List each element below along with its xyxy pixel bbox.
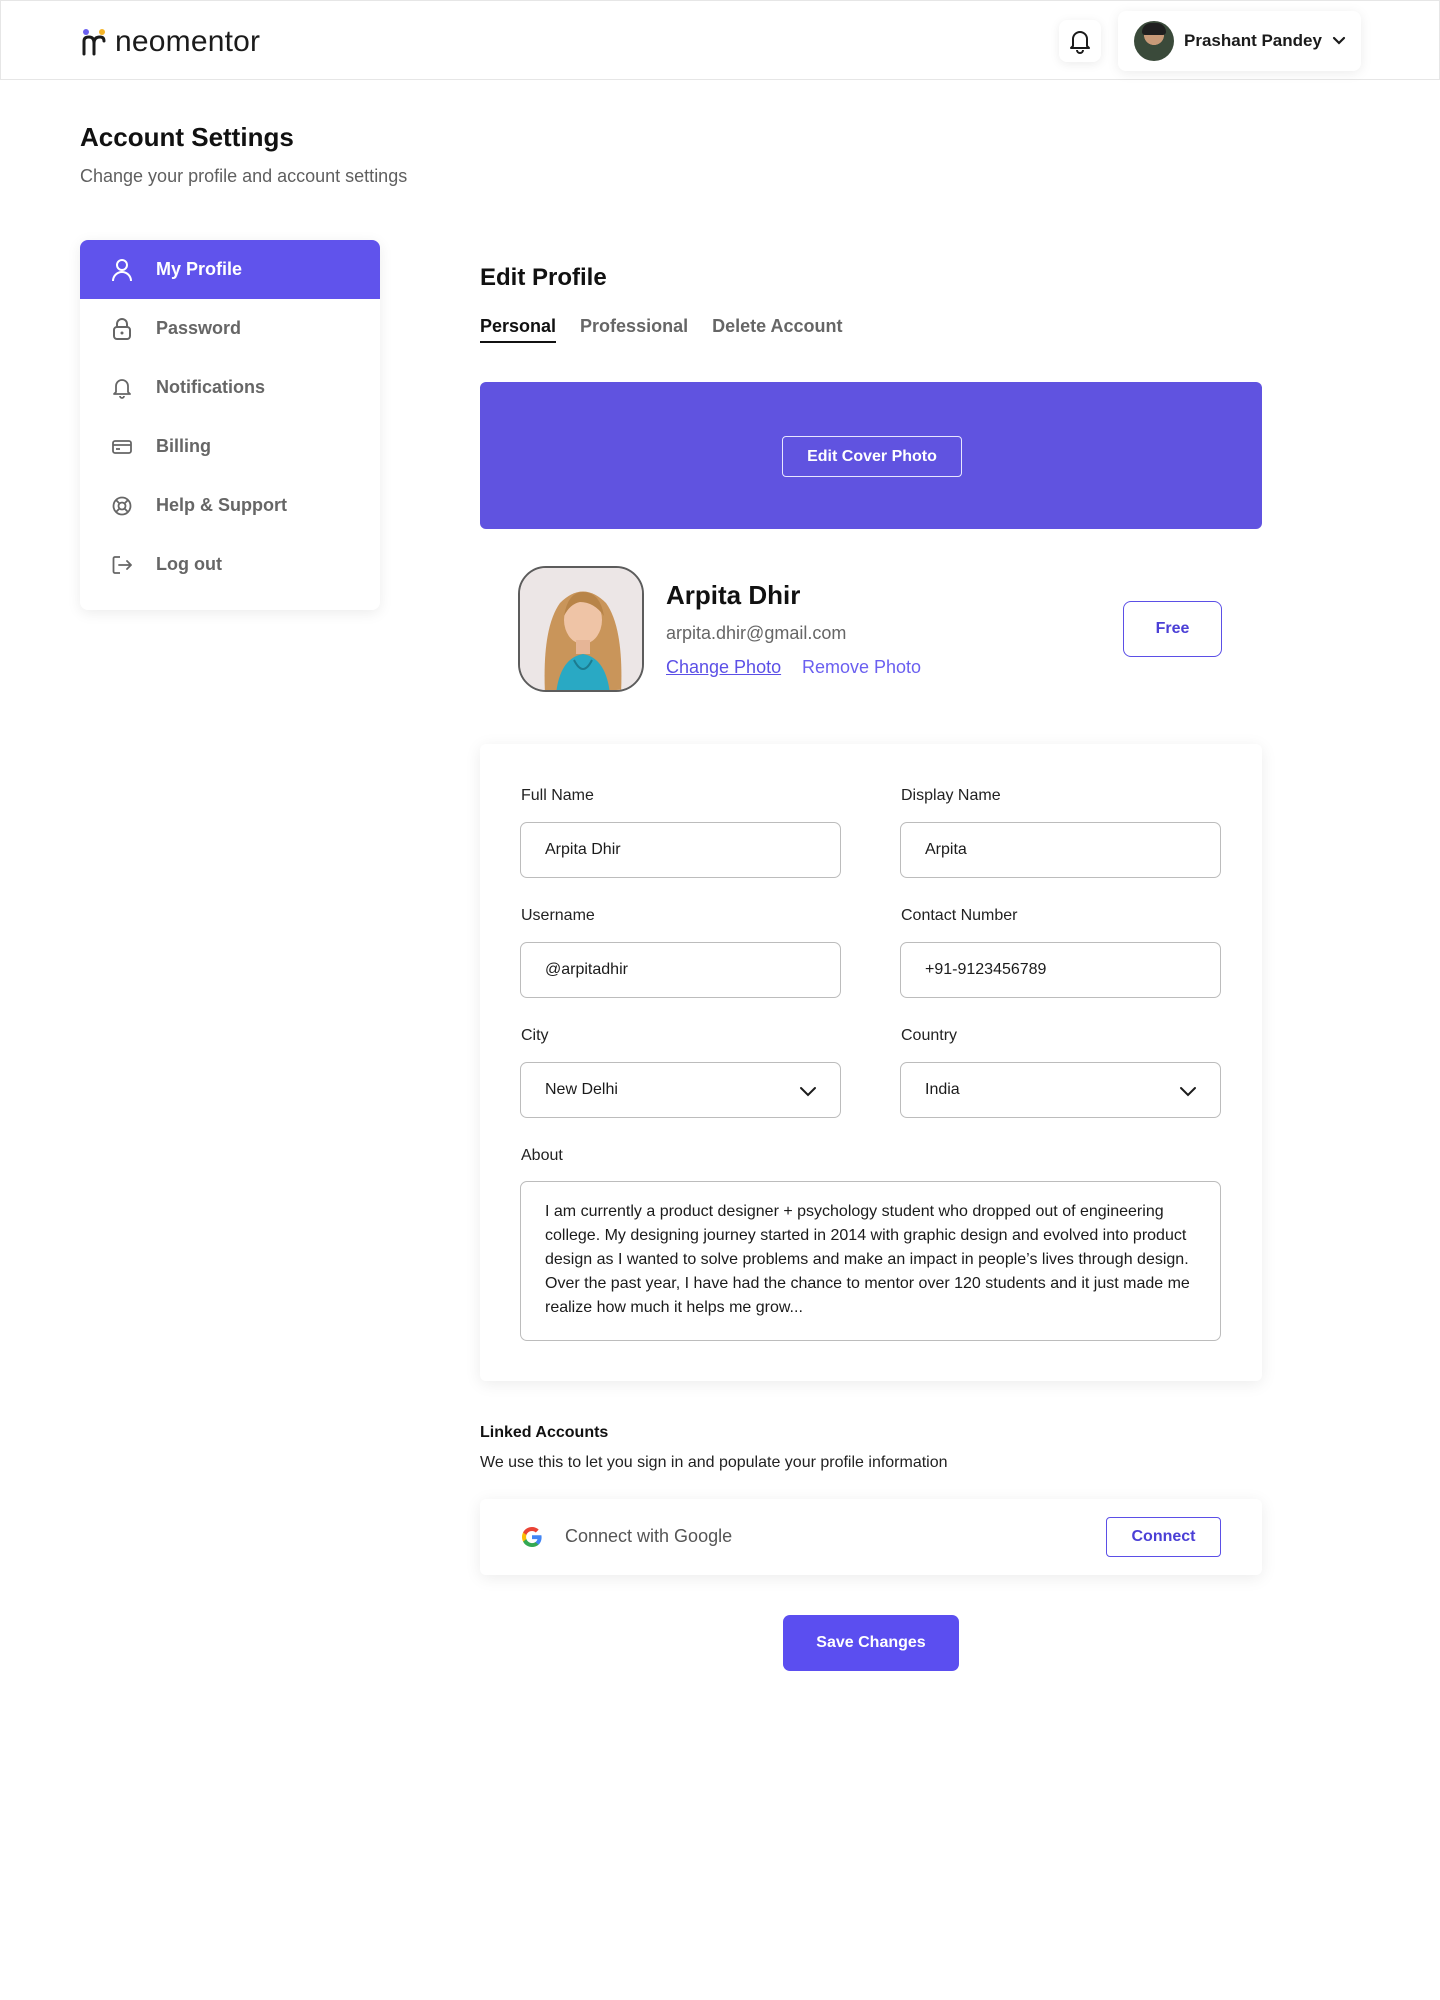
sidebar-item-label: Help & Support: [156, 495, 287, 515]
bell-icon: [110, 376, 134, 400]
page-subtitle: Change your profile and account settings: [80, 166, 408, 186]
user-icon: [110, 258, 134, 282]
remove-photo-link[interactable]: Remove Photo: [802, 657, 921, 678]
brand-logo[interactable]: neomentor: [81, 25, 260, 59]
lock-icon: [110, 317, 134, 341]
notifications-button[interactable]: [1059, 20, 1101, 62]
display-name-label: Display Name: [901, 787, 1001, 804]
city-select[interactable]: New Delhi: [520, 1062, 841, 1118]
sidebar-item-label: My Profile: [156, 259, 243, 279]
chevron-down-icon: [800, 1087, 816, 1097]
username-value: @arpitadhir: [545, 961, 628, 978]
change-photo-link[interactable]: Change Photo: [666, 657, 781, 678]
user-menu-button[interactable]: Prashant Pandey: [1118, 11, 1361, 71]
city-value: New Delhi: [545, 1081, 618, 1098]
user-name: Prashant Pandey: [1184, 31, 1322, 50]
profile-photo: [518, 566, 644, 692]
sidebar-item-password[interactable]: Password: [80, 299, 380, 358]
cover-photo: Edit Cover Photo: [480, 382, 1262, 529]
google-connect-label: Connect with Google: [565, 1526, 733, 1546]
full-name-label: Full Name: [521, 787, 594, 804]
linked-accounts-subtitle: We use this to let you sign in and popul…: [480, 1454, 948, 1471]
connect-google-button[interactable]: Connect: [1106, 1517, 1221, 1557]
google-account-row: Connect with Google Connect: [480, 1499, 1262, 1575]
country-label: Country: [901, 1027, 958, 1044]
full-name-value: Arpita Dhir: [545, 841, 621, 858]
contact-number-input[interactable]: +91-9123456789: [900, 942, 1221, 998]
profile-tabs: Personal Professional Delete Account: [480, 316, 842, 343]
tab-professional[interactable]: Professional: [580, 316, 688, 343]
page-title: Account Settings: [80, 122, 294, 152]
sidebar-item-label: Log out: [156, 554, 222, 574]
display-name-value: Arpita: [925, 841, 967, 858]
username-label: Username: [521, 907, 595, 924]
edit-profile-title: Edit Profile: [480, 264, 607, 291]
logout-icon: [110, 553, 134, 577]
sidebar-item-help-support[interactable]: Help & Support: [80, 476, 380, 535]
contact-number-label: Contact Number: [901, 907, 1018, 924]
tab-personal[interactable]: Personal: [480, 316, 557, 343]
linked-accounts-title: Linked Accounts: [480, 1424, 609, 1441]
profile-name: Arpita Dhir: [666, 580, 801, 610]
plan-badge-button[interactable]: Free: [1123, 601, 1222, 657]
lifebuoy-icon: [110, 494, 134, 518]
settings-sidebar: My Profile Password Notifications Billin…: [80, 240, 380, 610]
top-navbar: neomentor Prashant Pandey: [0, 0, 1440, 80]
sidebar-item-notifications[interactable]: Notifications: [80, 358, 380, 417]
country-select[interactable]: India: [900, 1062, 1221, 1118]
save-changes-button[interactable]: Save Changes: [783, 1615, 959, 1671]
google-icon: [522, 1527, 542, 1547]
chevron-down-icon: [1180, 1087, 1196, 1097]
sidebar-item-label: Password: [156, 318, 242, 338]
sidebar-item-label: Billing: [156, 436, 211, 456]
username-input[interactable]: @arpitadhir: [520, 942, 841, 998]
sidebar-item-billing[interactable]: Billing: [80, 417, 380, 476]
sidebar-item-my-profile[interactable]: My Profile: [80, 240, 380, 299]
sidebar-item-label: Notifications: [156, 377, 266, 397]
credit-card-icon: [110, 435, 134, 459]
contact-number-value: +91-9123456789: [925, 961, 1047, 978]
profile-email: arpita.dhir@gmail.com: [666, 623, 847, 643]
country-value: India: [925, 1081, 960, 1098]
tab-delete-account[interactable]: Delete Account: [712, 316, 842, 343]
chevron-down-icon: [1332, 36, 1346, 45]
edit-cover-photo-button[interactable]: Edit Cover Photo: [782, 436, 962, 477]
about-label: About: [521, 1147, 563, 1164]
city-label: City: [521, 1027, 549, 1044]
profile-form-card: Full Name Arpita Dhir Display Name Arpit…: [480, 744, 1262, 1381]
display-name-input[interactable]: Arpita: [900, 822, 1221, 878]
brand-name: neomentor: [115, 25, 261, 58]
about-textarea[interactable]: I am currently a product designer + psyc…: [520, 1181, 1221, 1341]
bell-icon: [1070, 31, 1090, 54]
avatar: [1134, 21, 1174, 61]
full-name-input[interactable]: Arpita Dhir: [520, 822, 841, 878]
sidebar-item-log-out[interactable]: Log out: [80, 535, 380, 594]
neomentor-logo-icon: [82, 29, 106, 56]
